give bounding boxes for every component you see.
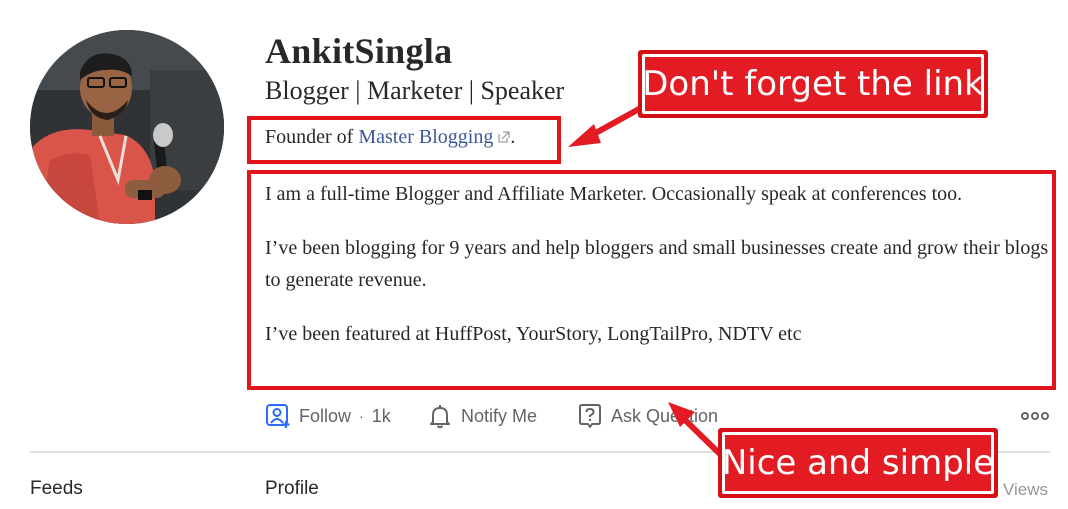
bio-callout: Nice and simple [718, 428, 998, 498]
bio-callout-arrow [680, 415, 725, 459]
link-callout: Don't forget the link [638, 50, 988, 118]
link-callout-text: Don't forget the link [642, 64, 984, 104]
bio-callout-text: Nice and simple [721, 443, 995, 483]
link-callout-arrowhead [568, 124, 601, 147]
